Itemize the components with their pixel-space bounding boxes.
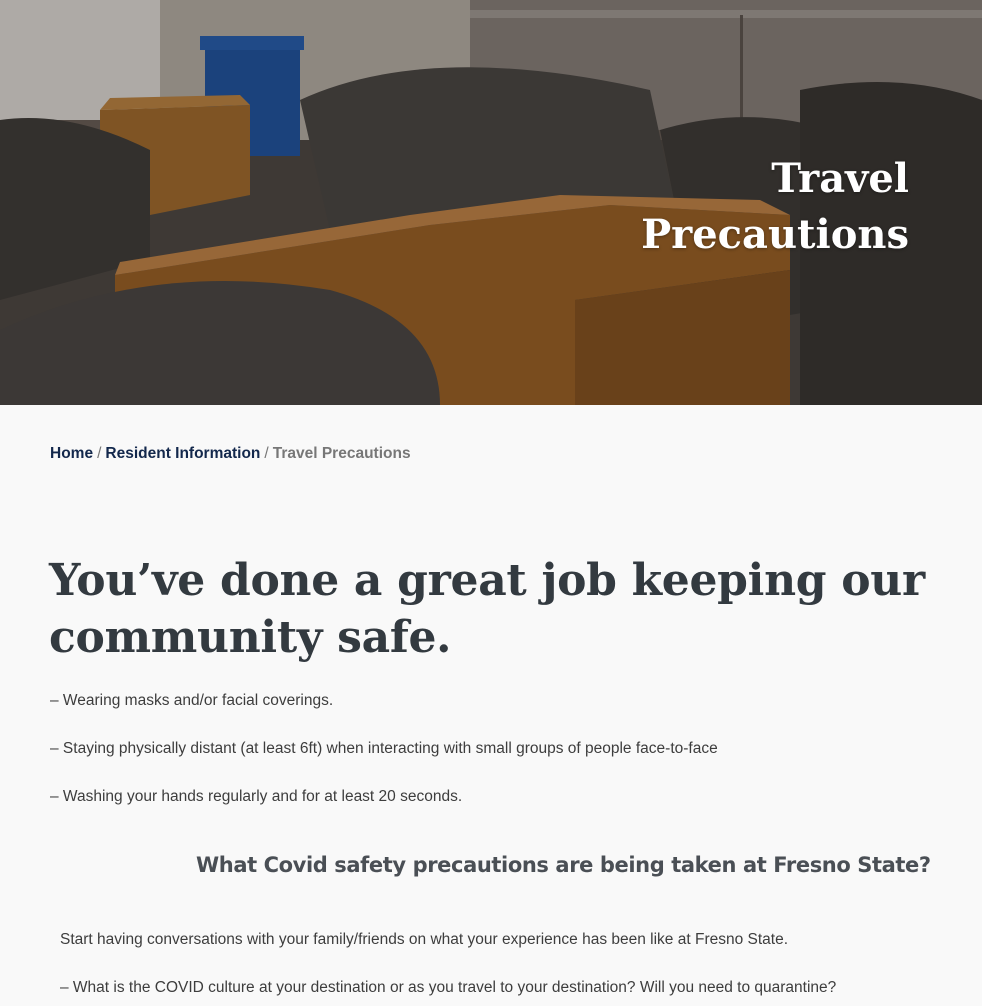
page-title: Travel Precautions xyxy=(589,151,909,263)
list-item: – Washing your hands regularly and for a… xyxy=(50,788,463,805)
breadcrumb-home-link[interactable]: Home xyxy=(50,445,93,462)
breadcrumb-current: Travel Precautions xyxy=(272,445,411,462)
list-item: – Wearing masks and/or facial coverings. xyxy=(50,692,334,709)
breadcrumb-separator: / xyxy=(264,445,269,462)
hero-banner: Travel Precautions xyxy=(0,0,982,405)
page-title-line1: Travel xyxy=(771,154,909,202)
page-title-line2: Precautions xyxy=(641,210,909,258)
body-paragraph: Start having conversations with your fam… xyxy=(60,931,789,948)
body-paragraph: – What is the COVID culture at your dest… xyxy=(60,979,837,996)
breadcrumb-resident-information-link[interactable]: Resident Information xyxy=(105,445,260,462)
list-item: – Staying physically distant (at least 6… xyxy=(50,740,718,757)
safety-tips-list: – Wearing masks and/or facial coverings.… xyxy=(50,691,718,835)
section-subheading: What Covid safety precautions are being … xyxy=(196,853,931,877)
main-headline: You’ve done a great job keeping our comm… xyxy=(49,555,925,663)
breadcrumb-separator: / xyxy=(97,445,102,462)
breadcrumb: Home / Resident Information / Travel Precaut… xyxy=(50,445,411,463)
